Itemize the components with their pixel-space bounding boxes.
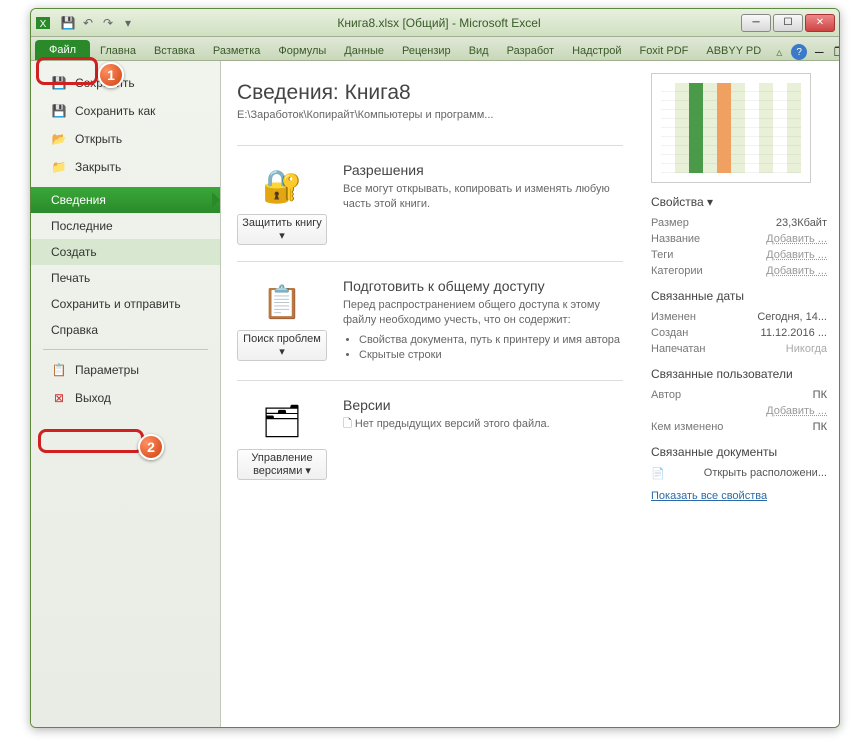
prop-created: Создан11.12.2016 ...	[651, 325, 827, 341]
tab-insert[interactable]: Вставка	[146, 42, 203, 60]
related-users-header: Связанные пользователи	[651, 367, 827, 381]
sidebar-share[interactable]: Сохранить и отправить	[31, 291, 220, 317]
ribbon-tabs: Файл Главна Вставка Разметка Формулы Дан…	[31, 37, 839, 61]
sidebar-open[interactable]: 📂Открыть	[31, 125, 220, 153]
sidebar-new[interactable]: Создать	[31, 239, 220, 265]
section-versions: 🗂 Управление версиями ▾ Версии 🗋 Нет пре…	[237, 380, 623, 496]
lock-key-icon: 🔐	[258, 162, 306, 210]
maximize-button[interactable]: ☐	[773, 14, 803, 32]
properties-panel: Свойства ▾ Размер23,3Кбайт НазваниеДобав…	[639, 61, 839, 727]
prepare-text: Перед распространением общего доступа к …	[343, 298, 623, 364]
saveas-icon: 💾	[51, 103, 67, 119]
tab-formulas[interactable]: Формулы	[270, 42, 334, 60]
doc-restore-icon[interactable]: ❐	[831, 44, 840, 60]
tab-abbyy[interactable]: ABBYY PD	[698, 42, 769, 60]
open-location-link[interactable]: 📄 Открыть расположени...	[651, 465, 827, 482]
minimize-button[interactable]: ─	[741, 14, 771, 32]
save-icon[interactable]: 💾	[59, 14, 77, 32]
close-button[interactable]: ✕	[805, 14, 835, 32]
related-docs-header: Связанные документы	[651, 445, 827, 459]
sidebar-help[interactable]: Справка	[31, 317, 220, 343]
sidebar-saveas[interactable]: 💾Сохранить как	[31, 97, 220, 125]
open-folder-icon: 📂	[51, 131, 67, 147]
redo-icon[interactable]: ↷	[99, 14, 117, 32]
tab-data[interactable]: Данные	[336, 42, 392, 60]
clipboard-check-icon: 📋	[258, 278, 306, 326]
callout-badge-1: 1	[98, 62, 124, 88]
permissions-title: Разрешения	[343, 162, 623, 178]
sidebar-options[interactable]: 📋Параметры	[31, 356, 220, 384]
window-buttons: ─ ☐ ✕	[741, 14, 835, 32]
document-preview[interactable]	[651, 73, 811, 183]
callout-badge-2: 2	[138, 434, 164, 460]
window-title: Книга8.xlsx [Общий] - Microsoft Excel	[137, 16, 741, 30]
save-icon: 💾	[51, 75, 67, 91]
excel-window: X 💾 ↶ ↷ ▾ Книга8.xlsx [Общий] - Microsof…	[30, 8, 840, 728]
tab-review[interactable]: Рецензир	[394, 42, 459, 60]
tab-file[interactable]: Файл	[35, 40, 90, 60]
ribbon-minimize-icon[interactable]: ▵	[771, 44, 787, 60]
titlebar: X 💾 ↶ ↷ ▾ Книга8.xlsx [Общий] - Microsof…	[31, 9, 839, 37]
backstage-content: 💾Сохранить 💾Сохранить как 📂Открыть 📁Закр…	[31, 61, 839, 727]
options-icon: 📋	[51, 362, 67, 378]
tab-developer[interactable]: Разработ	[499, 42, 562, 60]
sidebar-info[interactable]: Сведения	[31, 187, 220, 213]
related-dates-header: Связанные даты	[651, 289, 827, 303]
prop-printed: НапечатанНикогда	[651, 341, 827, 357]
prop-modified-by: Кем измененоПК	[651, 419, 827, 435]
section-prepare: 📋 Поиск проблем ▾ Подготовить к общему д…	[237, 261, 623, 380]
prop-size: Размер23,3Кбайт	[651, 215, 827, 231]
permissions-text: Все могут открывать, копировать и изменя…	[343, 182, 623, 213]
prepare-title: Подготовить к общему доступу	[343, 278, 623, 294]
prop-author: АвторПК	[651, 387, 827, 403]
check-issues-button[interactable]: 📋 Поиск проблем ▾	[237, 278, 327, 364]
help-icon[interactable]: ?	[791, 44, 807, 60]
info-title: Сведения: Книга8	[237, 81, 623, 105]
protect-workbook-button[interactable]: 🔐 Защитить книгу ▾	[237, 162, 327, 245]
prop-add-author[interactable]: Добавить ...	[651, 403, 827, 419]
properties-header[interactable]: Свойства ▾	[651, 195, 827, 209]
sidebar-save[interactable]: 💾Сохранить	[31, 69, 220, 97]
manage-versions-button[interactable]: 🗂 Управление версиями ▾	[237, 397, 327, 480]
prepare-item-2: Скрытые строки	[359, 348, 623, 363]
tab-addins[interactable]: Надстрой	[564, 42, 629, 60]
close-folder-icon: 📁	[51, 159, 67, 175]
backstage-main: Сведения: Книга8 E:\Заработок\Копирайт\К…	[221, 61, 839, 727]
tab-layout[interactable]: Разметка	[205, 42, 269, 60]
tab-home[interactable]: Главна	[92, 42, 144, 60]
doc-minimize-icon[interactable]: ─	[811, 44, 827, 60]
qat-more-icon[interactable]: ▾	[119, 14, 137, 32]
prop-categories[interactable]: КатегорииДобавить ...	[651, 263, 827, 279]
excel-icon: X	[35, 15, 51, 31]
versions-text: 🗋 Нет предыдущих версий этого файла.	[343, 417, 623, 432]
tab-foxit[interactable]: Foxit PDF	[631, 42, 696, 60]
prepare-item-1: Свойства документа, путь к принтеру и им…	[359, 333, 623, 348]
sidebar-recent[interactable]: Последние	[31, 213, 220, 239]
svg-text:X: X	[40, 19, 47, 30]
exit-icon: ⊠	[51, 390, 67, 406]
prop-tags[interactable]: ТегиДобавить ...	[651, 247, 827, 263]
prop-title[interactable]: НазваниеДобавить ...	[651, 231, 827, 247]
sidebar-exit[interactable]: ⊠Выход	[31, 384, 220, 412]
versions-icon: 🗂	[258, 397, 306, 445]
quick-access-toolbar: 💾 ↶ ↷ ▾	[59, 14, 137, 32]
versions-title: Версии	[343, 397, 623, 413]
backstage-sidebar: 💾Сохранить 💾Сохранить как 📂Открыть 📁Закр…	[31, 61, 221, 727]
show-all-properties-link[interactable]: Показать все свойства	[651, 490, 827, 502]
sidebar-close[interactable]: 📁Закрыть	[31, 153, 220, 181]
sidebar-print[interactable]: Печать	[31, 265, 220, 291]
undo-icon[interactable]: ↶	[79, 14, 97, 32]
section-permissions: 🔐 Защитить книгу ▾ Разрешения Все могут …	[237, 145, 623, 261]
tab-view[interactable]: Вид	[461, 42, 497, 60]
prop-modified: ИзмененСегодня, 14...	[651, 309, 827, 325]
info-panel: Сведения: Книга8 E:\Заработок\Копирайт\К…	[221, 61, 639, 727]
info-path: E:\Заработок\Копирайт\Компьютеры и прогр…	[237, 109, 623, 121]
